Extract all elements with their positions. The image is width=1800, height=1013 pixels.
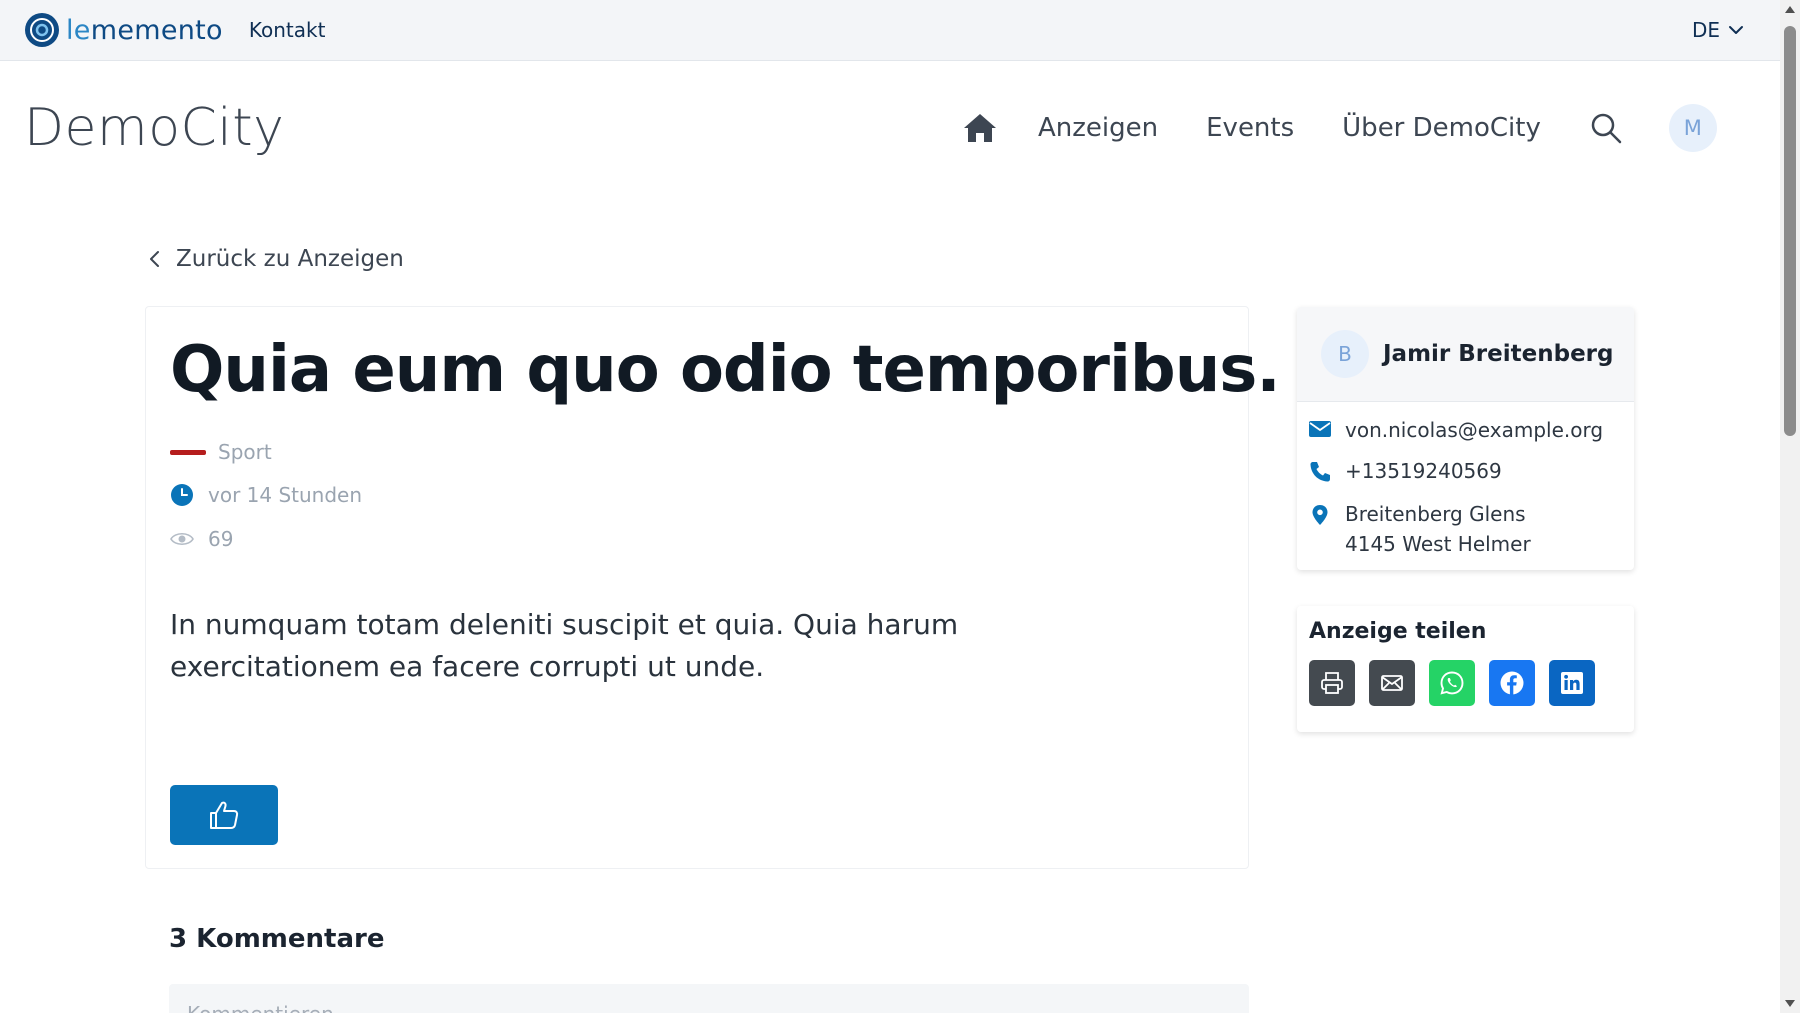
language-selector[interactable]: DE (1692, 18, 1744, 42)
share-whatsapp-button[interactable] (1429, 660, 1475, 706)
ad-title: Quia eum quo odio temporibus. (170, 333, 1281, 407)
contact-address: Breitenberg Glens 4145 West Helmer (1309, 499, 1531, 559)
contact-email-text: von.nicolas@example.org (1345, 418, 1604, 442)
home-icon[interactable] (962, 110, 998, 146)
back-to-ads-link[interactable]: Zurück zu Anzeigen (148, 246, 404, 272)
linkedin-icon (1561, 672, 1583, 694)
contact-email[interactable]: von.nicolas@example.org (1309, 415, 1603, 445)
ad-views: 69 (170, 527, 233, 551)
ad-detail-card: Quia eum quo odio temporibus. Sport vor … (145, 306, 1281, 869)
contact-header: B Jamir Breitenberg (1297, 307, 1634, 402)
map-pin-icon (1312, 505, 1328, 525)
user-avatar[interactable]: M (1668, 104, 1717, 152)
ad-category[interactable]: Sport (170, 440, 272, 464)
share-card: Anzeige teilen (1297, 606, 1634, 732)
whatsapp-icon (1440, 671, 1464, 695)
site-title[interactable]: DemoCity (24, 98, 284, 158)
contact-avatar: B (1321, 330, 1369, 378)
main-navigation: Anzeigen Events Über DemoCity M (962, 104, 1717, 152)
contact-phone[interactable]: +13519240569 (1309, 456, 1502, 486)
contact-phone-text: +13519240569 (1345, 459, 1502, 483)
eye-icon (170, 532, 194, 546)
nav-item-events[interactable]: Events (1206, 113, 1294, 143)
top-bar: lememento Kontakt DE (0, 0, 1780, 61)
scroll-up-arrow-icon[interactable] (1785, 6, 1795, 13)
search-icon[interactable] (1589, 111, 1623, 145)
comments-title: 3 Kommentare (169, 924, 385, 954)
brand-name: lememento (66, 14, 223, 46)
share-facebook-button[interactable] (1489, 660, 1535, 706)
views-count: 69 (208, 527, 234, 551)
contact-card: B Jamir Breitenberg von.nicolas@example.… (1297, 307, 1634, 570)
clock-icon (171, 484, 193, 506)
address-line-2: 4145 West Helmer (1345, 532, 1531, 556)
brand-logo-link[interactable]: lememento (24, 12, 223, 48)
contact-name: Jamir Breitenberg (1383, 341, 1614, 367)
scroll-down-arrow-icon[interactable] (1785, 1000, 1795, 1007)
like-button[interactable] (170, 785, 278, 845)
share-print-button[interactable] (1309, 660, 1355, 706)
kontakt-link[interactable]: Kontakt (249, 18, 326, 42)
ad-description: In numquam totam deleniti suscipit et qu… (170, 608, 959, 683)
facebook-icon (1500, 671, 1524, 695)
mail-icon (1381, 675, 1403, 691)
printer-icon (1321, 672, 1343, 694)
ad-time: vor 14 Stunden (170, 483, 362, 507)
comment-input[interactable] (169, 984, 1249, 1013)
chevron-left-icon (150, 251, 159, 267)
page-scrollbar[interactable] (1780, 0, 1800, 1013)
thumbs-up-icon (210, 801, 239, 829)
nav-item-anzeigen[interactable]: Anzeigen (1038, 113, 1158, 143)
share-title: Anzeige teilen (1309, 619, 1487, 644)
share-buttons (1309, 660, 1609, 706)
time-label: vor 14 Stunden (208, 483, 363, 507)
share-linkedin-button[interactable] (1549, 660, 1595, 706)
address-line-1: Breitenberg Glens (1345, 502, 1526, 526)
category-label: Sport (218, 440, 272, 464)
lememento-logo-icon (25, 13, 59, 47)
category-color-bar (170, 449, 206, 455)
envelope-icon (1309, 421, 1331, 437)
scrollbar-thumb[interactable] (1784, 26, 1796, 436)
share-email-button[interactable] (1369, 660, 1415, 706)
nav-item-ueber-democity[interactable]: Über DemoCity (1342, 113, 1541, 143)
back-link-label: Zurück zu Anzeigen (176, 246, 404, 272)
phone-icon (1310, 462, 1330, 482)
language-label: DE (1691, 18, 1720, 42)
chevron-down-icon (1729, 26, 1743, 34)
